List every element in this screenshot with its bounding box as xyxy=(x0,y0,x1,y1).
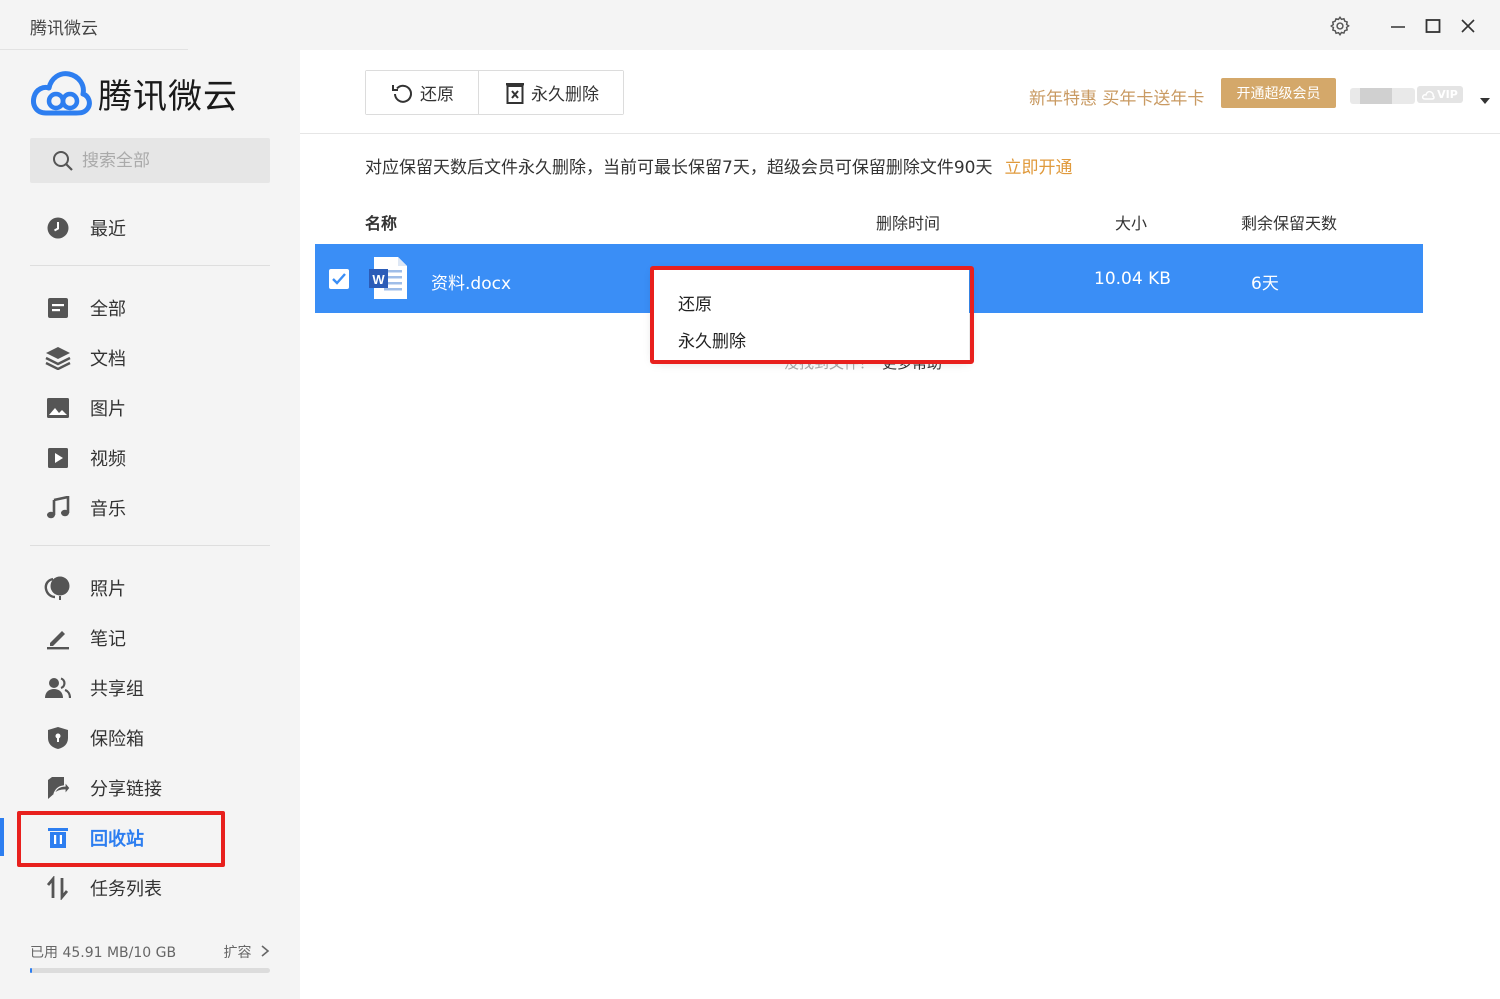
header-divider xyxy=(300,133,1500,134)
close-button[interactable] xyxy=(1454,12,1482,40)
cloud-logo-icon xyxy=(31,71,92,116)
username-blurred xyxy=(1360,88,1392,104)
column-header-days-left[interactable]: 剩余保留天数 xyxy=(1241,210,1337,234)
sidebar-item-label: 最近 xyxy=(90,219,126,240)
permanent-delete-label: 永久删除 xyxy=(531,85,599,105)
open-vip-button[interactable]: 开通超级会员 xyxy=(1221,78,1336,108)
expand-storage-link[interactable]: 扩容 xyxy=(224,942,270,962)
sidebar-divider xyxy=(30,265,270,266)
play-icon xyxy=(44,444,72,472)
logo-text: 腾讯微云 xyxy=(98,76,238,117)
chevron-right-icon xyxy=(261,945,270,957)
word-file-icon: W xyxy=(368,256,408,304)
vip-badge: VIP xyxy=(1417,86,1463,103)
user-dropdown-icon[interactable] xyxy=(1479,90,1491,109)
pen-icon xyxy=(44,624,72,652)
column-header-name[interactable]: 名称 xyxy=(365,210,397,234)
vip-badge-label: VIP xyxy=(1437,88,1458,101)
sidebar-item-notes[interactable]: 笔记 xyxy=(30,618,270,658)
restore-button[interactable]: 还原 xyxy=(366,71,478,114)
permanent-delete-button[interactable]: 永久删除 xyxy=(478,71,623,114)
column-header-deleted-time[interactable]: 删除时间 xyxy=(876,210,940,234)
storage-info: 已用 45.91 MB/10 GB 扩容 xyxy=(30,942,270,962)
sidebar-item-music[interactable]: 音乐 xyxy=(30,488,270,528)
sidebar-item-label: 笔记 xyxy=(90,629,126,650)
image-icon xyxy=(44,394,72,422)
photo-balloon-icon xyxy=(44,574,72,602)
layers-icon xyxy=(44,344,72,372)
sidebar-item-share-group[interactable]: 共享组 xyxy=(30,668,270,708)
sidebar-item-label: 视频 xyxy=(90,449,126,470)
file-days-left: 6天 xyxy=(1251,274,1279,294)
sidebar-item-label: 保险箱 xyxy=(90,729,144,750)
main-panel: 还原 永久删除 新年特惠 买年卡送年卡 开通超级会员 VIP 对应保留天数后文件… xyxy=(300,50,1500,999)
expand-storage-label: 扩容 xyxy=(223,945,252,961)
promo-text[interactable]: 新年特惠 买年卡送年卡 xyxy=(1029,84,1204,109)
share-arrow-icon xyxy=(44,774,72,802)
row-checkbox[interactable] xyxy=(329,269,349,289)
active-indicator xyxy=(0,818,4,856)
context-menu-highlight-box xyxy=(650,266,974,364)
sidebar-item-share-link[interactable]: 分享链接 xyxy=(30,768,270,808)
sidebar-item-label: 共享组 xyxy=(90,679,144,700)
search-input[interactable] xyxy=(82,150,252,171)
sidebar-item-label: 照片 xyxy=(90,579,126,600)
shield-icon xyxy=(44,724,72,752)
users-icon xyxy=(44,674,72,702)
restore-label: 还原 xyxy=(420,85,454,105)
settings-gear-icon[interactable] xyxy=(1326,12,1354,40)
storage-progress-fill xyxy=(30,968,33,973)
sidebar-item-photos[interactable]: 照片 xyxy=(30,568,270,608)
logo: 腾讯微云 xyxy=(30,68,238,118)
notice-text: 对应保留天数后文件永久删除，当前可最长保留7天，超级会员可保留删除文件90天 xyxy=(365,158,993,178)
sidebar-item-all[interactable]: 全部 xyxy=(30,288,270,328)
sidebar-item-docs[interactable]: 文档 xyxy=(30,338,270,378)
search-icon xyxy=(53,150,73,171)
sidebar-item-label: 任务列表 xyxy=(90,879,162,900)
svg-text:W: W xyxy=(372,272,385,287)
file-list-icon xyxy=(44,294,72,322)
sidebar-item-images[interactable]: 图片 xyxy=(30,388,270,428)
search-box[interactable] xyxy=(30,138,270,183)
sidebar-divider xyxy=(30,545,270,546)
sidebar-item-label: 文档 xyxy=(90,349,126,370)
storage-progress-bar xyxy=(30,968,270,973)
maximize-button[interactable] xyxy=(1419,12,1447,40)
music-note-icon xyxy=(44,494,72,522)
sidebar: 腾讯微云 最近 全部 文档 图片 xyxy=(0,50,300,999)
sidebar-item-tasks[interactable]: 任务列表 xyxy=(30,868,270,908)
restore-icon xyxy=(392,82,414,104)
window-title: 腾讯微云 xyxy=(30,19,98,39)
sidebar-item-safe[interactable]: 保险箱 xyxy=(30,718,270,758)
minimize-button[interactable] xyxy=(1384,12,1412,40)
open-now-link[interactable]: 立即开通 xyxy=(1004,158,1072,178)
retention-notice: 对应保留天数后文件永久删除，当前可最长保留7天，超级会员可保留删除文件90天 立即… xyxy=(365,153,1072,178)
check-icon xyxy=(332,273,346,285)
file-name[interactable]: 资料.docx xyxy=(431,269,511,294)
sidebar-item-recent[interactable]: 最近 xyxy=(30,208,270,248)
recycle-highlight-box xyxy=(17,811,225,867)
title-bar: 腾讯微云 xyxy=(0,0,1500,50)
toolbar: 还原 永久删除 xyxy=(365,70,624,115)
delete-box-icon xyxy=(505,82,525,104)
transfer-icon xyxy=(44,874,72,902)
sidebar-item-label: 全部 xyxy=(90,299,126,320)
clock-icon xyxy=(44,214,72,242)
storage-used-text: 已用 45.91 MB/10 GB xyxy=(30,945,177,961)
sidebar-item-label: 音乐 xyxy=(90,499,126,520)
file-size: 10.04 KB xyxy=(1094,269,1171,289)
sidebar-item-video[interactable]: 视频 xyxy=(30,438,270,478)
sidebar-item-label: 分享链接 xyxy=(90,779,162,800)
sidebar-item-label: 图片 xyxy=(90,399,126,420)
column-header-size[interactable]: 大小 xyxy=(1115,210,1147,234)
cloud-small-icon xyxy=(1422,90,1435,100)
